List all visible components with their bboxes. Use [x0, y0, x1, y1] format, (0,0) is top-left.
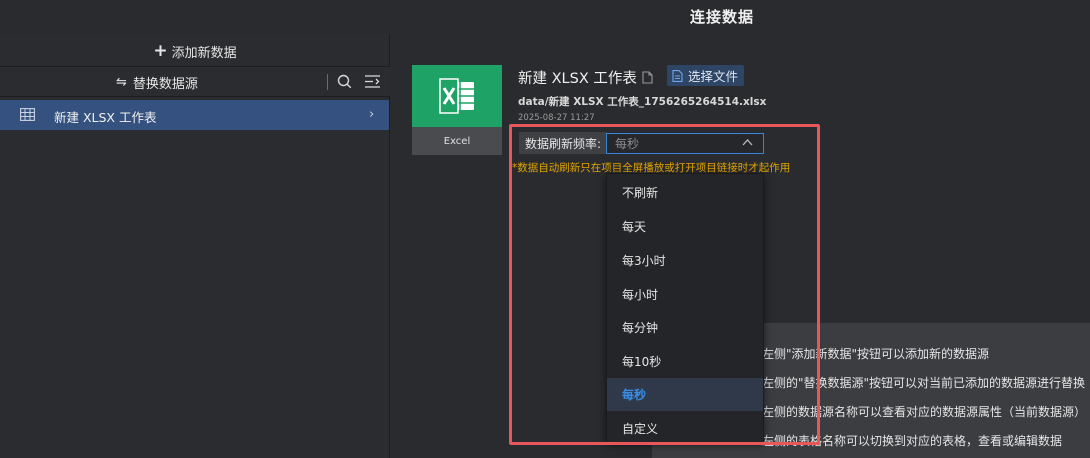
- page-title: 连接数据: [690, 8, 755, 26]
- replace-source-button[interactable]: ⇋ 替换数据源: [116, 73, 198, 92]
- replace-source-label: 替换数据源: [132, 77, 198, 92]
- excel-icon: [439, 78, 474, 114]
- file-path: data/新建 XLSX 工作表_1756265264514.xlsx: [518, 96, 767, 108]
- refresh-frequency-dropdown: 不刷新 每天 每3小时 每小时 每分钟 每10秒 每秒 自定义: [606, 173, 764, 443]
- data-source-panel: + 添加新数据 ⇋ 替换数据源 新建 XLSX 工作表 ›: [0, 34, 390, 458]
- chevron-up-icon: [742, 139, 753, 146]
- top-bar: 连接数据: [0, 0, 1090, 34]
- refresh-frequency-label: 数据刷新频率:: [519, 132, 608, 154]
- refresh-frequency-select[interactable]: 每秒: [606, 133, 764, 154]
- file-name: 新建 XLSX 工作表: [518, 71, 637, 87]
- data-source-name: 新建 XLSX 工作表: [54, 110, 157, 125]
- file-date: 2025-08-27 11:27: [518, 113, 595, 123]
- choose-file-label: 选择文件: [688, 69, 739, 84]
- document-icon: [672, 69, 683, 82]
- file-title: 新建 XLSX 工作表: [518, 67, 653, 88]
- replace-source-bar: ⇋ 替换数据源: [0, 67, 390, 97]
- list-filter-icon[interactable]: [364, 74, 381, 89]
- plus-icon: +: [153, 41, 168, 61]
- excel-file-card: Excel: [412, 65, 502, 155]
- connection-panel: Excel 新建 XLSX 工作表 选择文件 data/新建 XLSX 工作表_…: [391, 34, 1090, 458]
- swap-icon: ⇋: [116, 75, 127, 90]
- option-no-refresh[interactable]: 不刷新: [607, 176, 763, 209]
- data-source-item[interactable]: 新建 XLSX 工作表 ›: [0, 100, 389, 130]
- choose-file-button[interactable]: 选择文件: [667, 65, 745, 86]
- help-line: 左侧的数据源名称可以查看对应的数据源属性（当前数据源）: [762, 405, 1087, 419]
- app-root: 连接数据 + 添加新数据 ⇋ 替换数据源 新建 XLSX 工作表 › Excel…: [0, 0, 1090, 458]
- help-line: 左侧的表格名称可以切换到对应的表格，查看或编辑数据: [762, 434, 1063, 448]
- option-every-minute[interactable]: 每分钟: [607, 311, 763, 344]
- help-line: 左侧的"替换数据源"按钮可以对当前已添加的数据源进行替换: [762, 376, 1086, 390]
- add-data-label: 添加新数据: [171, 46, 237, 61]
- option-hourly[interactable]: 每小时: [607, 278, 763, 311]
- table-icon: [20, 108, 35, 121]
- add-data-button[interactable]: + 添加新数据: [0, 37, 390, 67]
- refresh-selected-value: 每秒: [615, 137, 640, 151]
- divider: [327, 74, 328, 90]
- option-every-10-seconds[interactable]: 每10秒: [607, 345, 763, 378]
- chevron-right-icon: ›: [369, 107, 375, 122]
- copy-icon[interactable]: [642, 71, 653, 84]
- excel-logo: [412, 65, 502, 127]
- option-every-3-hours[interactable]: 每3小时: [607, 244, 763, 277]
- search-icon[interactable]: [337, 74, 352, 89]
- option-every-second[interactable]: 每秒: [607, 378, 763, 411]
- help-line: 左侧"添加新数据"按钮可以添加新的数据源: [762, 347, 990, 361]
- file-type-label: Excel: [412, 127, 502, 155]
- option-custom[interactable]: 自定义: [607, 412, 763, 445]
- option-daily[interactable]: 每天: [607, 210, 763, 243]
